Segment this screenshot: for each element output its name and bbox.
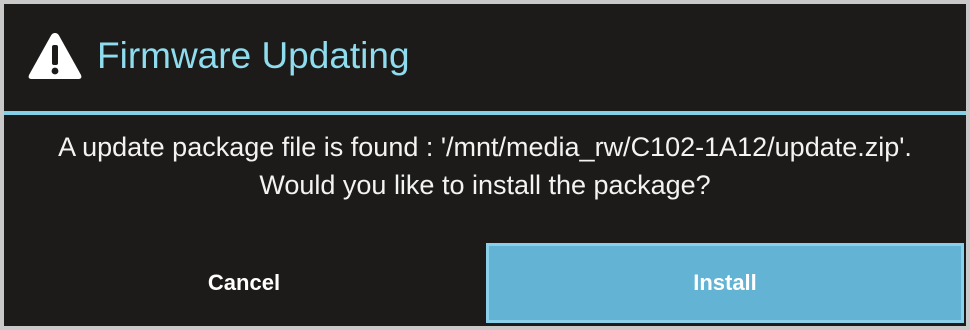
cancel-button[interactable]: Cancel [4, 243, 484, 323]
firmware-update-dialog: Firmware Updating A update package file … [4, 4, 966, 326]
dialog-button-row: Cancel Install [4, 241, 966, 326]
install-button[interactable]: Install [486, 243, 964, 323]
dialog-title: Firmware Updating [97, 35, 410, 76]
dialog-title-bar: Firmware Updating [4, 4, 966, 111]
title-divider [4, 111, 966, 115]
warning-icon [26, 30, 84, 82]
dialog-message: A update package file is found : '/mnt/m… [58, 132, 912, 200]
